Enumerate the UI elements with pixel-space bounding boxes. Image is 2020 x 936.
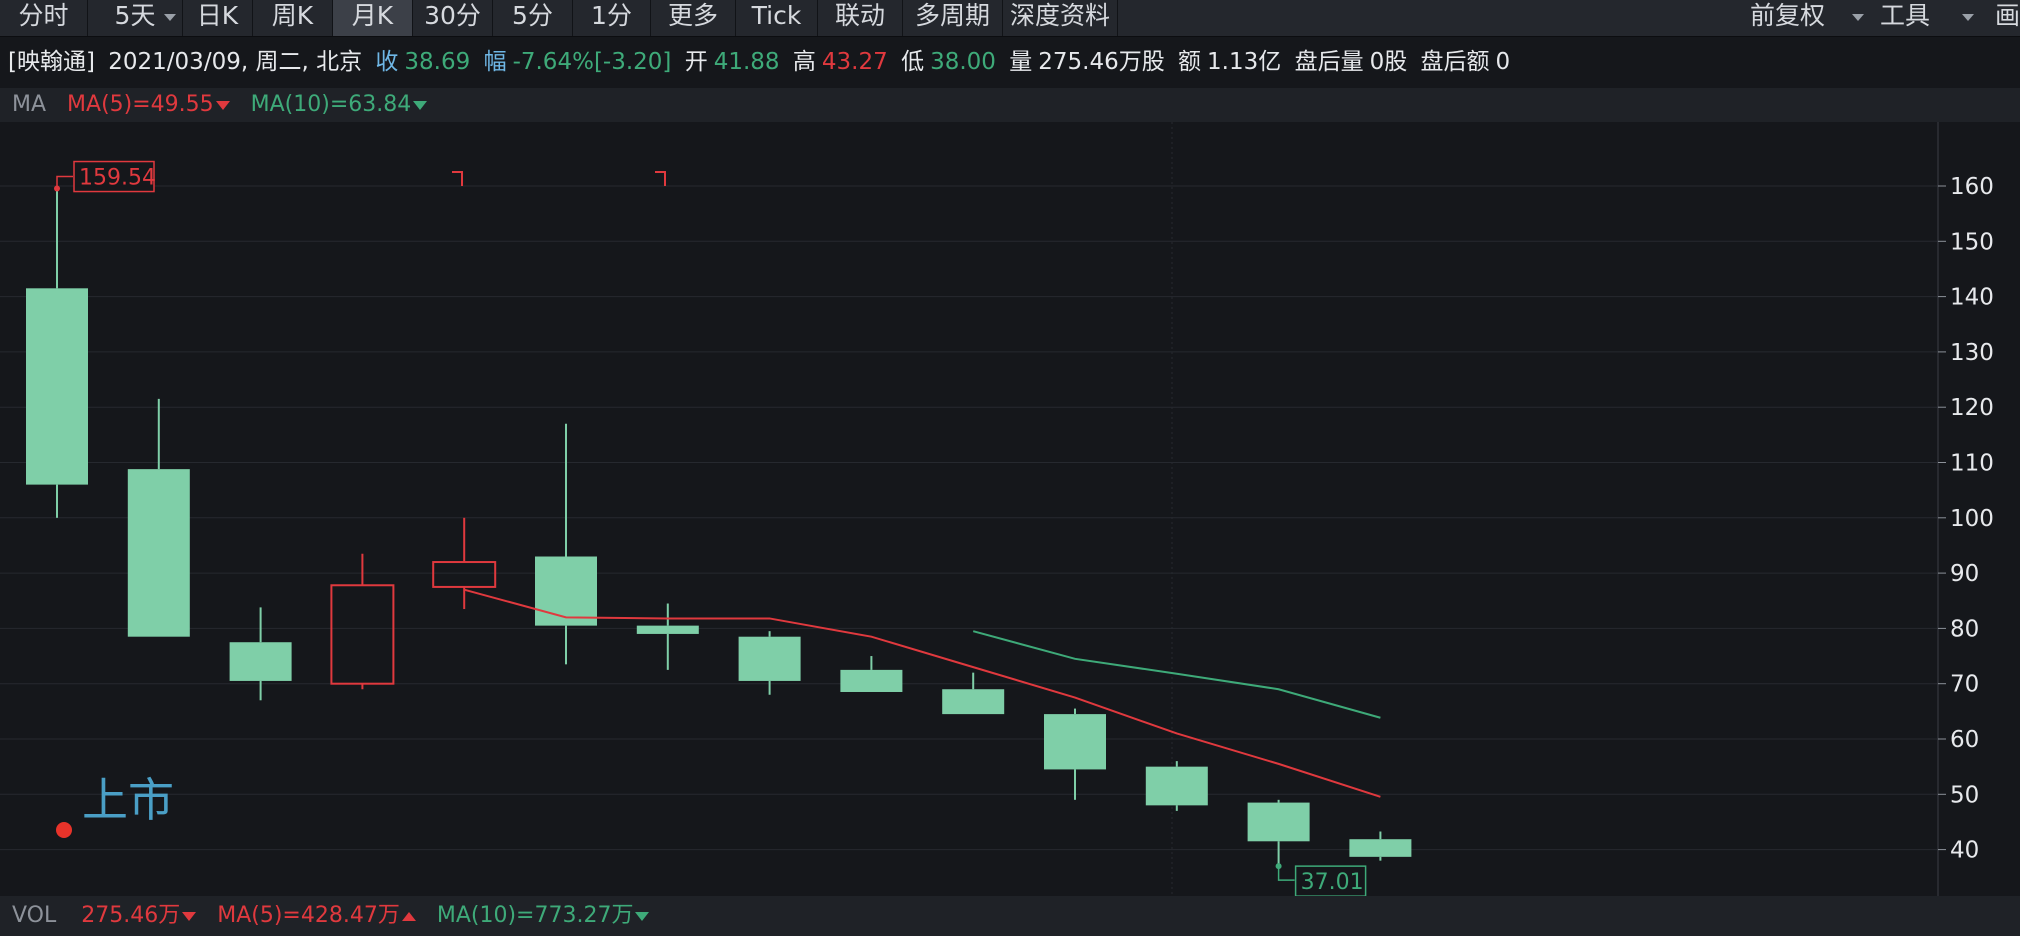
event-marker (655, 171, 666, 186)
open-value: 41.88 (713, 49, 780, 75)
y-tick-label: 50 (1950, 782, 1979, 808)
stock-name: [映翰通] (8, 49, 95, 75)
y-tick-label: 110 (1950, 451, 1994, 477)
candle-body (535, 556, 597, 626)
y-tick-label: 80 (1950, 616, 1979, 642)
kline-chart[interactable]: 160 150 140 130 120 110 100 90 80 70 60 50 40 159.54 3… (0, 122, 2020, 896)
vol-ma5-legend: MA(5)=428.47万 (217, 903, 416, 928)
tools-menu[interactable]: 工具 (1880, 0, 2000, 36)
quote-date: 2021/03/09, 周二, 北京 (108, 49, 363, 75)
vol-label: VOL (12, 903, 57, 928)
volume-label: 量 (1009, 49, 1033, 75)
ma10-line (972, 630, 1381, 719)
tab-6[interactable]: 5分 (493, 0, 573, 36)
y-tick-label: 150 (1950, 229, 1994, 255)
tab-12[interactable]: 深度资料 (1003, 0, 1118, 36)
close-value: 38.69 (404, 49, 471, 75)
candle-body (1349, 839, 1412, 857)
tab-1[interactable]: 5天 (88, 0, 183, 36)
candle-body (942, 689, 1005, 715)
close-label: 收 (375, 49, 399, 75)
tab-7[interactable]: 1分 (573, 0, 651, 36)
arrow-down-icon (182, 911, 197, 921)
chevron-down-icon (1962, 14, 1974, 21)
low-marker-line (1277, 866, 1295, 881)
high-value: 43.27 (821, 49, 888, 75)
candle-body (840, 669, 903, 692)
vol-ma5-value: MA(5)=428.47万 (217, 903, 400, 928)
candle-body (330, 584, 395, 685)
change-label: 幅 (483, 49, 507, 75)
listing-dot-icon (56, 822, 72, 838)
tab-4[interactable]: 月K (333, 0, 413, 36)
y-tick-label: 160 (1950, 174, 1994, 200)
low-value: 38.00 (930, 49, 996, 75)
arrow-down-icon (215, 100, 230, 110)
high-label: 159.54 (79, 166, 156, 191)
y-tick-label: 140 (1950, 285, 1994, 311)
candle-body (229, 642, 292, 681)
change-pct: -7.64% (512, 49, 594, 75)
arrow-down-icon (413, 100, 428, 110)
vol-value: 275.46万 (81, 903, 181, 928)
quote-info-bar: [映翰通] 2021/03/09, 周二, 北京 收 38.69 幅 -7.64%[… (0, 37, 2020, 87)
candle-body (1145, 766, 1208, 806)
tab-0[interactable]: 分时 (0, 0, 88, 36)
after-amt-value: 0 (1495, 49, 1511, 75)
tab-8[interactable]: 更多 (651, 0, 736, 36)
arrow-up-icon (401, 911, 416, 921)
candle-body (636, 625, 699, 634)
low-label: 37.01 (1301, 870, 1364, 895)
vol-ma10-value: MA(10)=773.27万 (436, 903, 634, 928)
ma5-line (463, 588, 1381, 798)
tab-10[interactable]: 联动 (818, 0, 903, 36)
chevron-down-icon (1852, 14, 1864, 21)
volume-legend-bar: VOL 275.46万 MA(5)=428.47万 MA(10)=773.27万 (0, 896, 2020, 936)
after-vol-value: 0股 (1369, 49, 1408, 75)
ma-legend-bar: MA MA(5)=49.55 MA(10)=63.84 (0, 88, 2020, 122)
arrow-down-icon (635, 911, 650, 921)
candle-body (26, 288, 88, 485)
y-tick-label: 40 (1950, 838, 1979, 864)
low-label: 低 (901, 49, 925, 75)
candle-body (1247, 802, 1310, 842)
tab-11[interactable]: 多周期 (903, 0, 1003, 36)
vol-legend: 275.46万 (81, 903, 197, 928)
candle-body (1044, 714, 1106, 770)
volume-value: 275.46万股 (1038, 49, 1165, 75)
y-tick-label: 100 (1950, 506, 1994, 532)
ma-label: MA (12, 92, 47, 117)
y-tick-label: 70 (1950, 672, 1979, 698)
high-label: 高 (792, 49, 816, 75)
ma10-value: MA(10)=63.84 (250, 92, 412, 117)
event-marker (452, 171, 463, 186)
y-tick-label: 130 (1950, 340, 1994, 366)
right-adjust-menu[interactable]: 前复权 (1750, 0, 1870, 36)
y-tick-label: 120 (1950, 395, 1994, 421)
chevron-down-icon (164, 14, 176, 21)
high-marker-line (56, 175, 73, 189)
y-tick-label: 60 (1950, 727, 1979, 753)
ma5-value: MA(5)=49.55 (67, 92, 214, 117)
open-label: 开 (684, 49, 708, 75)
candle-body (432, 561, 497, 588)
tab-5[interactable]: 30分 (413, 0, 493, 36)
listing-label: 上市 (82, 773, 174, 827)
tab-2[interactable]: 日K (183, 0, 253, 36)
period-toolbar: 分时5天日K周K月K30分5分1分更多Tick联动多周期深度资料 前复权工具画线 (0, 0, 2020, 37)
ma10-legend: MA(10)=63.84 (251, 92, 428, 117)
tab-3[interactable]: 周K (253, 0, 333, 36)
ma5-legend: MA(5)=49.55 (67, 92, 230, 117)
candle-body (127, 469, 190, 637)
tab-9[interactable]: Tick (736, 0, 818, 36)
change-abs: [-3.20] (593, 49, 672, 75)
after-vol-label: 盘后量 (1294, 49, 1364, 75)
vol-ma10-legend: MA(10)=773.27万 (437, 903, 650, 928)
draw-menu[interactable]: 画线 (1995, 0, 2020, 36)
amount-label: 额 (1178, 49, 1202, 75)
y-tick-label: 90 (1950, 561, 1979, 587)
after-amt-label: 盘后额 (1420, 49, 1490, 75)
amount-value: 1.13亿 (1207, 49, 1282, 75)
candle-body (738, 636, 801, 681)
